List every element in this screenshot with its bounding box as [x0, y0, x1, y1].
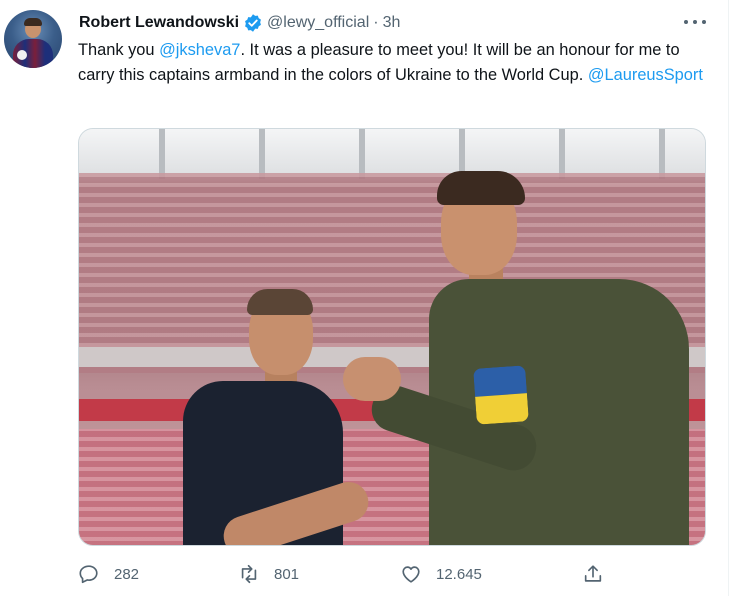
more-dot: [702, 20, 706, 24]
like-icon: [402, 566, 420, 583]
person-right: [366, 169, 699, 545]
column-divider: [728, 0, 740, 596]
roof-truss: [259, 129, 265, 179]
tweet-actions: 282 801 12.645: [78, 560, 708, 588]
share-button[interactable]: [582, 560, 604, 588]
tweet-photo[interactable]: [78, 128, 706, 546]
person-left-hair: [247, 289, 313, 315]
armband-yellow: [475, 393, 529, 425]
avatar-hair: [24, 18, 42, 26]
roof-truss: [359, 129, 365, 179]
mention-link[interactable]: @jksheva7: [159, 41, 240, 59]
tweet: Robert Lewandowski @lewy_official · 3h T…: [0, 0, 740, 596]
mention-link[interactable]: @LaureusSport: [588, 66, 703, 84]
avatar-ball: [17, 50, 27, 60]
person-right-hair: [437, 171, 525, 205]
verified-badge-icon: [243, 13, 263, 33]
reply-count: 282: [114, 565, 140, 583]
like-count: 12.645: [436, 565, 482, 583]
reply-icon: [79, 565, 98, 584]
tweet-text: Thank you @jksheva7. It was a pleasure t…: [78, 38, 718, 88]
ukraine-armband: [473, 365, 529, 425]
retweet-icon: [241, 564, 257, 584]
social-context-strip: [22, 0, 322, 4]
author-handle[interactable]: @lewy_official: [267, 14, 369, 32]
share-icon: [584, 565, 602, 582]
reply-button[interactable]: 282: [78, 560, 139, 588]
person-left: [183, 249, 374, 545]
separator-dot: ·: [373, 14, 379, 31]
roof-truss: [159, 129, 165, 179]
armband-blue: [473, 365, 527, 397]
more-icon[interactable]: [684, 14, 706, 30]
tweet-text-part: Thank you: [78, 41, 160, 59]
author-name[interactable]: Robert Lewandowski: [79, 14, 239, 32]
retweet-button[interactable]: 801: [238, 560, 299, 588]
retweet-count: 801: [274, 565, 300, 583]
handshake: [343, 357, 401, 401]
tweet-time[interactable]: 3h: [383, 14, 401, 32]
more-dot: [693, 20, 697, 24]
social-context: [22, 0, 322, 4]
like-button[interactable]: 12.645: [400, 560, 482, 588]
avatar[interactable]: [4, 10, 62, 68]
tweet-header: Robert Lewandowski @lewy_official · 3h: [79, 12, 400, 34]
stadium-roof: [79, 129, 705, 173]
more-dot: [684, 20, 688, 24]
